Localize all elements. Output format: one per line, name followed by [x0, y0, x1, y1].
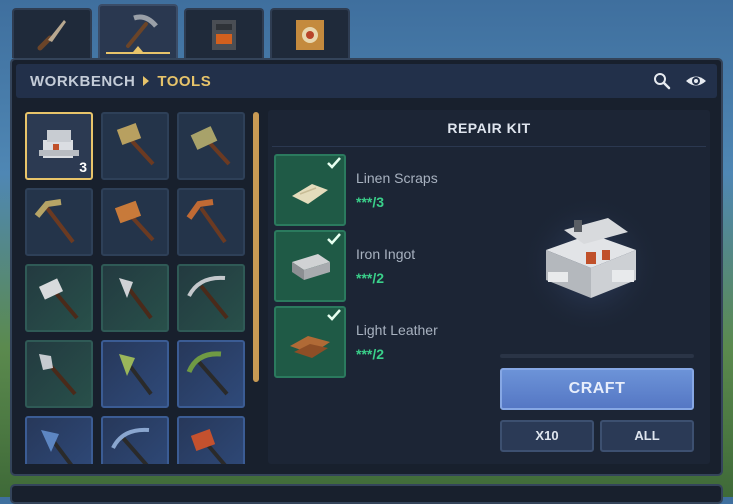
jade-axe-icon — [119, 354, 153, 396]
breadcrumb: WORKBENCH TOOLS — [16, 64, 717, 98]
tab-target[interactable] — [270, 8, 350, 58]
repair-kit-preview-icon — [521, 188, 661, 328]
grid-slot-cobalt-pickaxe[interactable] — [101, 416, 169, 464]
tab-furnace[interactable] — [184, 8, 264, 58]
craft-button[interactable]: CRAFT — [500, 368, 694, 410]
stone-axe-hammer-icon — [190, 126, 231, 166]
grid-slot-copper-hammer[interactable] — [101, 188, 169, 256]
stone-pickaxe-icon — [34, 199, 75, 244]
crafting-panel: WORKBENCH TOOLS 3 REPAIR KIT Linen Scrap… — [10, 58, 723, 476]
ingredient-qty: ***/2 — [356, 346, 385, 362]
eye-icon[interactable] — [685, 72, 707, 90]
ingredient-qty: ***/2 — [356, 270, 385, 286]
stone-hammer-icon — [116, 123, 155, 166]
grid-slot-copper-pickaxe[interactable] — [177, 188, 245, 256]
grid-slot-iron-shovel[interactable] — [25, 340, 93, 408]
ingredient-slot[interactable] — [274, 154, 346, 226]
grid-slot-jade-axe[interactable] — [101, 340, 169, 408]
iron-hammer-icon — [38, 278, 79, 320]
crate-target-icon — [296, 20, 324, 50]
grid-slot-iron-hammer[interactable] — [25, 264, 93, 332]
grid-slot-jade-pickaxe[interactable] — [177, 340, 245, 408]
iron-ingot-icon — [292, 254, 330, 280]
iron-axe-icon — [119, 278, 153, 320]
grid-slot-cobalt-axe[interactable] — [25, 416, 93, 464]
grid-slot-stone-axe-hammer[interactable] — [177, 112, 245, 180]
item-count: 3 — [79, 159, 87, 175]
iron-pickaxe-icon — [187, 275, 229, 320]
ingredient-slot[interactable] — [274, 306, 346, 378]
ingredient-name: Light Leather — [356, 322, 438, 338]
search-icon[interactable] — [653, 72, 671, 90]
craft-x10-button[interactable]: X10 — [500, 420, 594, 452]
grid-slot-red-hammer[interactable] — [177, 416, 245, 464]
ingredient-qty: ***/3 — [356, 194, 385, 210]
jade-pickaxe-icon — [186, 351, 229, 396]
cobalt-axe-icon — [41, 430, 73, 464]
craft-all-button[interactable]: ALL — [600, 420, 694, 452]
crumb-tools: TOOLS — [157, 72, 212, 90]
grid-slot-iron-axe[interactable] — [101, 264, 169, 332]
bottom-panel-edge — [10, 484, 723, 504]
light-leather-icon — [290, 336, 330, 358]
tool-grid: 3 — [22, 110, 250, 464]
linen-scraps-icon — [292, 184, 328, 204]
grid-slot-stone-hammer[interactable] — [101, 112, 169, 180]
ingredient-slot[interactable] — [274, 230, 346, 302]
tab-tools[interactable] — [98, 4, 178, 58]
tab-weapons[interactable] — [12, 8, 92, 58]
grid-slot-stone-pickaxe[interactable] — [25, 188, 93, 256]
copper-hammer-icon — [114, 200, 155, 242]
copper-pickaxe-icon — [186, 199, 227, 244]
ingredient-name: Iron Ingot — [356, 246, 416, 262]
cobalt-pickaxe-icon — [111, 427, 150, 464]
dagger-icon — [37, 20, 66, 51]
craft-progress-bar — [500, 354, 694, 358]
crumb-workbench[interactable]: WORKBENCH — [30, 73, 135, 90]
repair-kit-icon — [39, 130, 79, 158]
red-hammer-icon — [190, 429, 227, 464]
grid-scrollbar[interactable] — [253, 112, 259, 382]
divider — [272, 146, 706, 147]
grid-slot-iron-pickaxe[interactable] — [177, 264, 245, 332]
grid-slot-repair-kit[interactable]: 3 — [25, 112, 93, 180]
recipe-pane: REPAIR KIT Linen Scraps ***/3 Iron Ingot… — [268, 110, 710, 464]
pickaxe-icon — [126, 14, 158, 48]
recipe-title: REPAIR KIT — [447, 120, 531, 136]
furnace-icon — [212, 20, 236, 50]
ingredient-name: Linen Scraps — [356, 170, 438, 186]
iron-shovel-icon — [39, 354, 77, 396]
chevron-right-icon — [143, 76, 150, 86]
